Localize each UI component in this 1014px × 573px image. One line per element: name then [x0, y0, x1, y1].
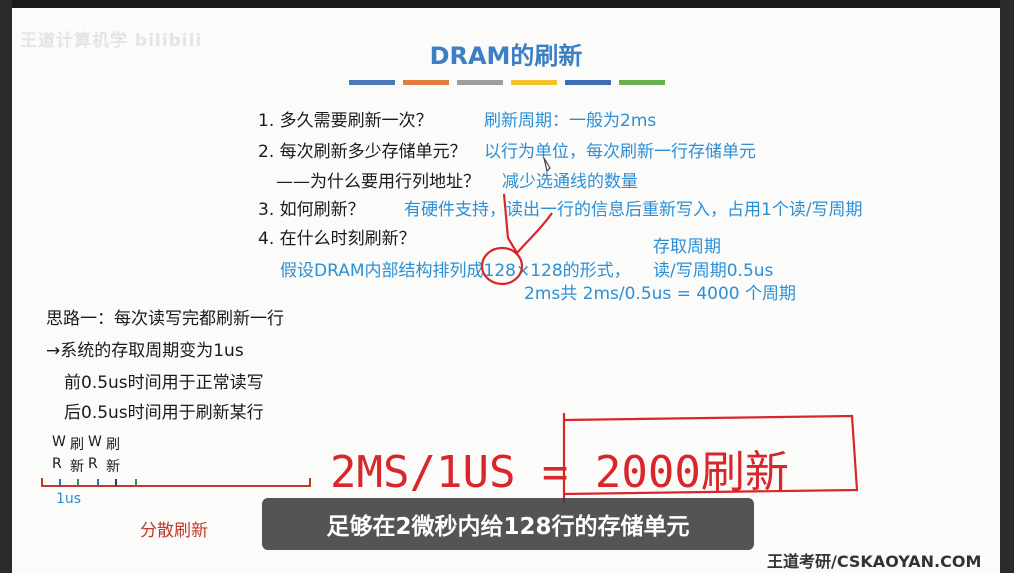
arrow-annotation — [502, 193, 518, 254]
video-subtitle: 足够在2微秒内给128行的存储单元 — [262, 498, 754, 550]
pen-cursor-icon — [543, 157, 551, 173]
video-frame-left — [0, 0, 12, 573]
handwritten-equation: 2MS/1US = 2000刷新 — [330, 447, 789, 498]
slide: 王道计算机学 bilibili DRAM的刷新 1. 多久需要刷新一次？ 刷新周… — [12, 8, 1000, 573]
arrow-annotation — [516, 212, 553, 254]
brand-footer: 王道考研/CSKAOYAN.COM — [767, 552, 982, 571]
video-frame-right — [1000, 0, 1014, 573]
